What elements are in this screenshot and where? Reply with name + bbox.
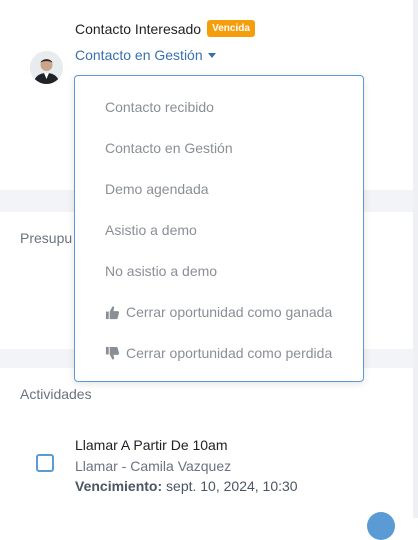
floating-action-button[interactable] <box>367 512 395 540</box>
scrollbar-track[interactable] <box>413 0 418 518</box>
task-due-value: sept. 10, 2024, 10:30 <box>166 478 298 494</box>
menu-item-no-asistio-a-demo[interactable]: No asistio a demo <box>105 263 217 279</box>
thumbs-up-icon <box>105 305 120 320</box>
status-badge: Vencida <box>207 20 255 37</box>
stage-label: Contacto en Gestión <box>75 47 203 63</box>
task-title[interactable]: Llamar A Partir De 10am <box>75 437 228 453</box>
menu-item-label: Asistio a demo <box>105 222 197 238</box>
menu-item-asistio-a-demo[interactable]: Asistio a demo <box>105 222 197 238</box>
thumbs-down-icon <box>105 346 120 361</box>
section-actividades-label: Actividades <box>20 386 92 402</box>
menu-item-cerrar-perdida[interactable]: Cerrar oportunidad como perdida <box>105 345 332 361</box>
task-due-date: Vencimiento: sept. 10, 2024, 10:30 <box>75 478 298 494</box>
contact-title: Contacto Interesado <box>75 20 202 37</box>
avatar <box>30 51 63 84</box>
menu-item-label: Cerrar oportunidad como ganada <box>126 304 333 320</box>
task-subtitle: Llamar - Camila Vazquez <box>75 458 232 474</box>
task-due-label: Vencimiento: <box>75 478 163 494</box>
stage-dropdown-toggle[interactable]: Contacto en Gestión <box>75 47 216 63</box>
menu-item-contacto-en-gestion[interactable]: Contacto en Gestión <box>105 140 233 156</box>
caret-down-icon <box>207 52 216 58</box>
menu-item-label: Contacto en Gestión <box>105 140 233 156</box>
menu-item-demo-agendada[interactable]: Demo agendada <box>105 181 209 197</box>
menu-item-contacto-recibido[interactable]: Contacto recibido <box>105 99 214 115</box>
section-presupuesto-label: Presupu <box>20 230 73 246</box>
menu-item-label: No asistio a demo <box>105 263 218 279</box>
menu-item-cerrar-ganada[interactable]: Cerrar oportunidad como ganada <box>105 304 332 320</box>
task-checkbox[interactable] <box>36 454 54 472</box>
stage-dropdown-menu: Contacto recibido Contacto en Gestión De… <box>74 75 364 382</box>
menu-item-label: Contacto recibido <box>105 99 214 115</box>
menu-item-label: Cerrar oportunidad como perdida <box>126 345 333 361</box>
menu-item-label: Demo agendada <box>105 181 209 197</box>
